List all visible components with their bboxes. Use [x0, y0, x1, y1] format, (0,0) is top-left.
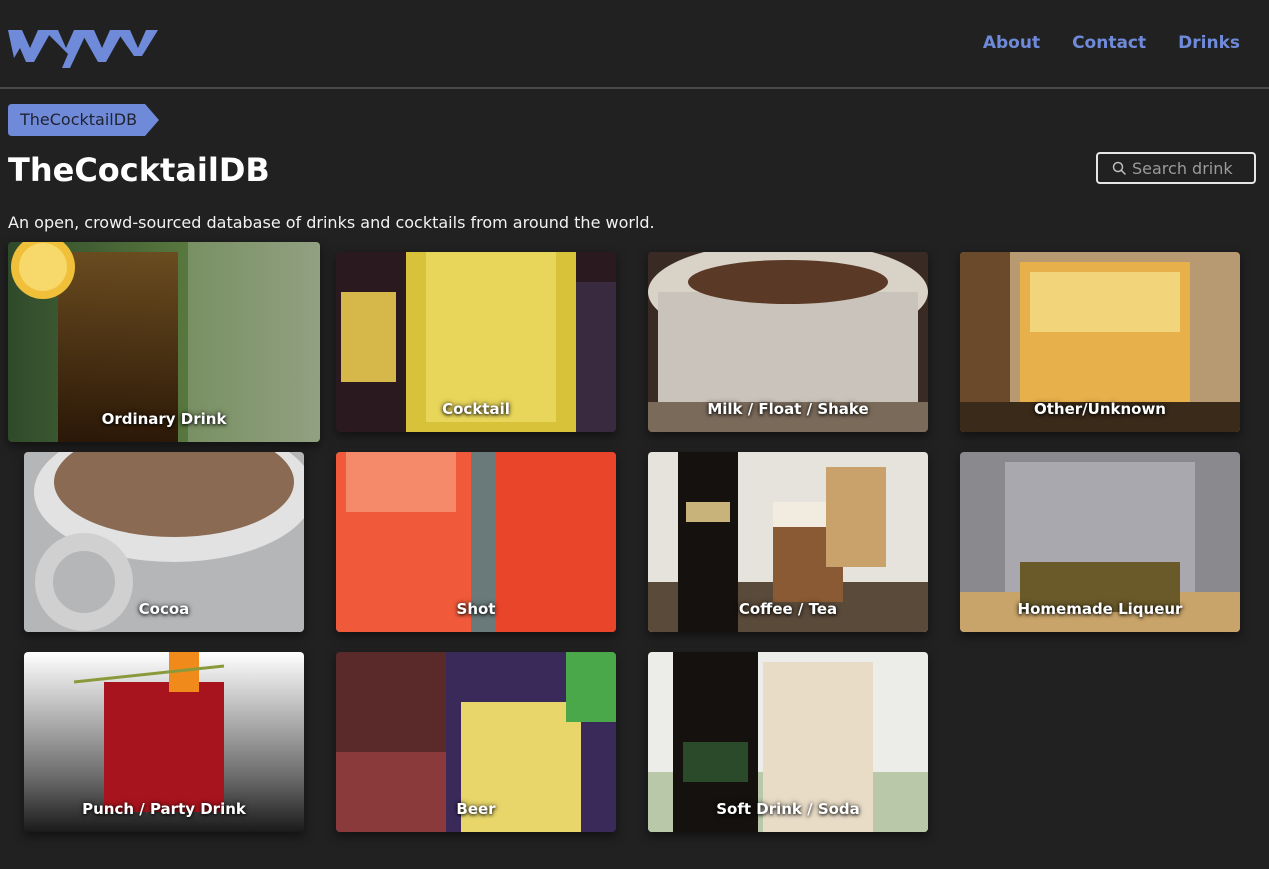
page-title: TheCocktailDB	[8, 151, 270, 189]
category-card-cocktail[interactable]: Cocktail	[336, 252, 616, 432]
category-card-beer[interactable]: Beer	[336, 652, 616, 832]
category-card-milk-float-shake[interactable]: Milk / Float / Shake	[648, 252, 928, 432]
page-subtitle: An open, crowd-sourced database of drink…	[8, 213, 655, 232]
category-card-ordinary-drink[interactable]: Ordinary Drink	[8, 242, 320, 442]
category-card-cocoa[interactable]: Cocoa	[24, 452, 304, 632]
main-nav: About Contact Drinks	[951, 33, 1240, 53]
category-label: Shot	[456, 600, 496, 618]
search-box[interactable]	[1096, 152, 1256, 184]
category-card-shot[interactable]: Shot	[336, 452, 616, 632]
site-logo[interactable]	[8, 26, 160, 70]
category-label: Beer	[456, 800, 496, 818]
category-label: Cocktail	[442, 400, 510, 418]
category-label: Soft Drink / Soda	[716, 800, 860, 818]
category-label: Milk / Float / Shake	[707, 400, 869, 418]
category-label: Coffee / Tea	[738, 600, 838, 618]
nav-contact-link[interactable]: Contact	[1072, 33, 1146, 53]
category-label: Punch / Party Drink	[82, 800, 246, 818]
category-card-other-unknown[interactable]: Other/Unknown	[960, 252, 1240, 432]
search-input[interactable]	[1132, 158, 1250, 178]
category-label: Homemade Liqueur	[1017, 600, 1183, 618]
category-card-coffee-tea[interactable]: Coffee / Tea	[648, 452, 928, 632]
category-label: Ordinary Drink	[101, 410, 227, 428]
category-label: Other/Unknown	[1033, 400, 1166, 418]
breadcrumb[interactable]: TheCocktailDB	[8, 104, 159, 136]
breadcrumb-label: TheCocktailDB	[20, 110, 138, 129]
nav-drinks-link[interactable]: Drinks	[1178, 33, 1240, 53]
category-label: Cocoa	[138, 600, 190, 618]
nav-about-link[interactable]: About	[983, 33, 1040, 53]
category-card-punch-party-drink[interactable]: Punch / Party Drink	[24, 652, 304, 832]
search-icon	[1112, 161, 1126, 175]
category-card-homemade-liqueur[interactable]: Homemade Liqueur	[960, 452, 1240, 632]
category-card-soft-drink-soda[interactable]: Soft Drink / Soda	[648, 652, 928, 832]
site-header: About Contact Drinks	[0, 0, 1269, 89]
